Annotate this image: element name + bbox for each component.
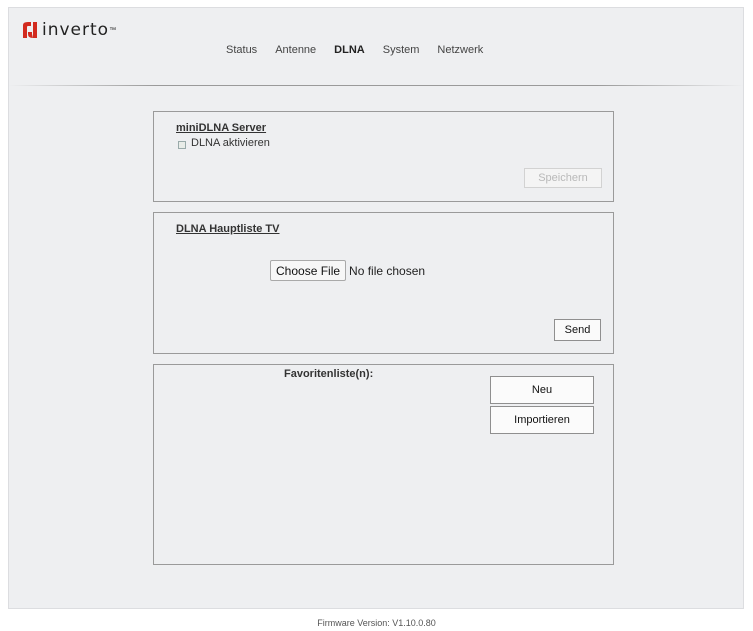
- dlna-enable-checkbox[interactable]: [178, 141, 186, 149]
- nav-item-netzwerk[interactable]: Netzwerk: [437, 44, 483, 56]
- nav-item-antenne[interactable]: Antenne: [275, 44, 316, 56]
- file-status-text: No file chosen: [349, 263, 426, 278]
- nav-item-system[interactable]: System: [383, 44, 420, 56]
- nav-item-dlna[interactable]: DLNA: [334, 44, 365, 56]
- new-list-button[interactable]: Neu: [490, 376, 594, 404]
- nav-divider: [8, 85, 744, 86]
- dlna-enable-label: DLNA aktivieren: [191, 137, 270, 149]
- hauptliste-panel: DLNA Hauptliste TV Choose File No file c…: [153, 212, 614, 354]
- file-picker: Choose File No file chosen: [270, 260, 425, 281]
- favoriten-title: Favoritenliste(n):: [284, 368, 374, 380]
- send-button[interactable]: Send: [554, 319, 601, 341]
- brand-trademark: ™: [109, 26, 117, 34]
- minidlna-panel: miniDLNA Server DLNA aktivieren Speicher…: [153, 111, 614, 202]
- choose-file-button[interactable]: Choose File: [270, 260, 347, 281]
- brand-logo: inverto ™: [22, 21, 116, 39]
- minidlna-title: miniDLNA Server: [176, 122, 267, 134]
- hauptliste-title: DLNA Hauptliste TV: [176, 223, 280, 235]
- dlna-enable-row[interactable]: DLNA aktivieren: [178, 137, 270, 149]
- nav-item-status[interactable]: Status: [226, 44, 257, 56]
- main-nav: Status Antenne DLNA System Netzwerk: [226, 44, 501, 56]
- firmware-version: Firmware Version: V1.10.0.80: [317, 618, 436, 628]
- save-button[interactable]: Speichern: [524, 168, 602, 188]
- import-button[interactable]: Importieren: [490, 406, 594, 434]
- inverto-logo-icon: [23, 22, 37, 38]
- brand-name: inverto: [42, 20, 110, 40]
- favoriten-panel: Favoritenliste(n): Neu Importieren: [153, 364, 614, 565]
